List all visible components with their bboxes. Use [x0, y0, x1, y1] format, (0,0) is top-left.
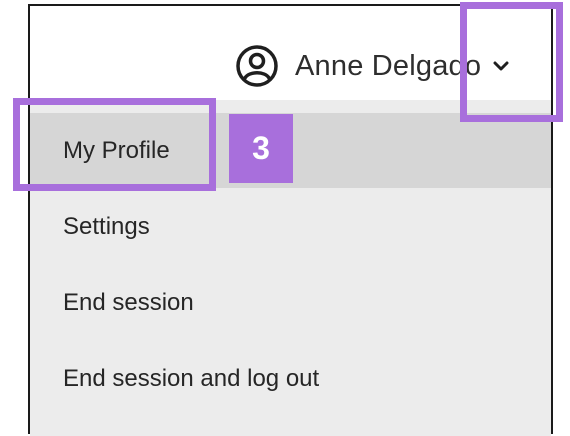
menu-item-end-session-logout[interactable]: End session and log out: [30, 341, 551, 416]
user-menu-panel: Anne Delgado My Profile Settings End ses…: [28, 4, 553, 436]
user-menu-toggle[interactable]: Anne Delgado: [235, 42, 511, 90]
menu-item-settings[interactable]: Settings: [30, 189, 551, 264]
menu-item-end-session[interactable]: End session: [30, 265, 551, 340]
user-name: Anne Delgado: [295, 49, 482, 82]
user-circle-icon: [236, 45, 278, 87]
menu-item-label: End session: [63, 288, 194, 316]
user-menu-header: Anne Delgado: [30, 6, 551, 100]
chevron-down-icon[interactable]: [491, 56, 511, 76]
menu-item-label: End session and log out: [63, 364, 320, 392]
menu-item-label: My Profile: [63, 136, 170, 164]
step-number-badge: 3: [229, 114, 293, 183]
menu-item-label: Settings: [63, 212, 150, 240]
